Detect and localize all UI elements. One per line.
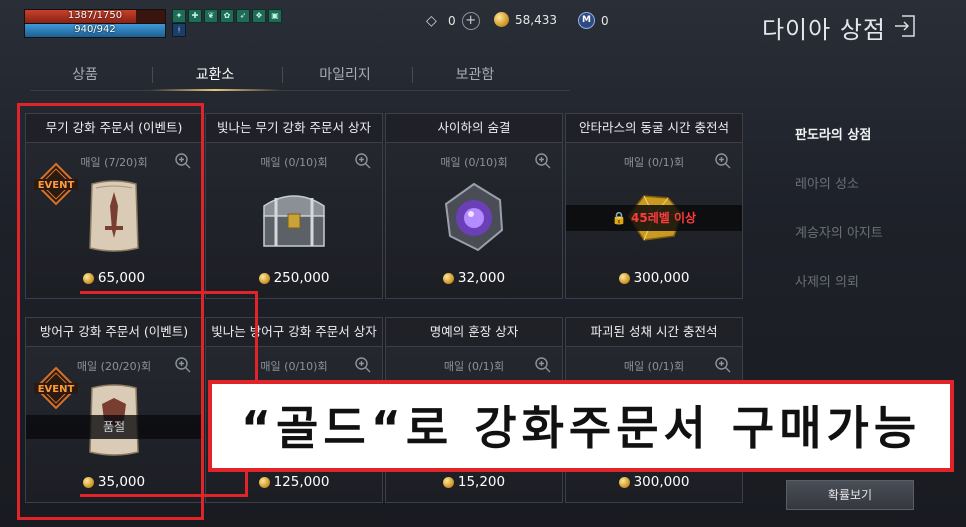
mp-bar: 940/942 <box>24 23 166 38</box>
shop-title: 다이아 상점 <box>761 16 886 44</box>
annotation-connector <box>255 291 258 383</box>
item-title: 사이하의 숨결 <box>386 114 562 143</box>
price: 300,000 <box>566 270 742 286</box>
buff-icon[interactable]: ❦ <box>204 9 218 23</box>
tab-divider <box>412 67 413 83</box>
tab-products[interactable]: 상품 <box>30 60 140 90</box>
diamond-amount: 0 <box>448 14 456 28</box>
gold-coin-icon <box>618 272 630 284</box>
price-value: 15,200 <box>457 474 506 490</box>
gold-coin-icon <box>258 476 270 488</box>
gold-coin-icon <box>258 272 270 284</box>
tab-storage[interactable]: 보관함 <box>420 60 530 90</box>
price-value: 300,000 <box>633 270 690 286</box>
diamond-counter: ◇ 0 + <box>426 12 480 30</box>
lock-text: 45레벨 이상 <box>631 211 697 225</box>
tab-exchange[interactable]: 교환소 <box>160 60 270 90</box>
side-item-priest-request[interactable]: 사제의 의뢰 <box>795 271 883 320</box>
item-title: 빛나는 방어구 강화 주문서 상자 <box>206 318 382 347</box>
gold-counter: 58,433 <box>494 12 557 27</box>
lock-icon: 🔒 <box>611 211 627 225</box>
level-lock-banner: 🔒 45레벨 이상 <box>566 205 742 231</box>
buff-icon[interactable]: ➶ <box>236 9 250 23</box>
annotation-text: “골드“로 강화주문서 구매가능 <box>240 401 922 455</box>
gold-coin-icon <box>618 476 630 488</box>
buff-icon[interactable]: ✿ <box>220 9 234 23</box>
annotation-highlight-box <box>17 103 204 520</box>
price: 250,000 <box>206 270 382 286</box>
price: 15,200 <box>386 474 562 490</box>
item-title: 명예의 훈장 상자 <box>386 318 562 347</box>
shop-item-card[interactable]: 빛나는 무기 강화 주문서 상자 매일 (0/10)회 250,000 <box>205 113 383 299</box>
side-menu: 판도라의 상점 레아의 성소 계승자의 아지트 사제의 의뢰 <box>795 124 883 320</box>
zoom-in-icon[interactable] <box>534 152 552 170</box>
annotation-connector <box>245 470 248 497</box>
debuff-icon[interactable]: ᚼ <box>172 23 186 37</box>
mileage-counter: M 0 <box>578 12 609 29</box>
zoom-in-icon[interactable] <box>354 152 372 170</box>
zoom-in-icon[interactable] <box>534 356 552 374</box>
price-value: 125,000 <box>273 474 330 490</box>
diamond-icon: ◇ <box>426 13 437 29</box>
gold-coin-icon <box>442 272 454 284</box>
annotation-callout: “골드“로 강화주문서 구매가능 <box>208 380 954 472</box>
zoom-in-icon[interactable] <box>354 356 372 374</box>
probability-button[interactable]: 확률보기 <box>786 480 914 510</box>
tab-divider <box>282 67 283 83</box>
treasure-chest-icon <box>263 195 325 247</box>
tab-divider <box>152 67 153 83</box>
hp-text: 1387/1750 <box>67 10 123 21</box>
purple-gem-icon <box>444 182 504 252</box>
exit-icon[interactable] <box>894 14 916 38</box>
mileage-icon: M <box>578 12 595 29</box>
gold-amount: 58,433 <box>515 12 557 27</box>
shop-item-card[interactable]: 사이하의 숨결 매일 (0/10)회 32,000 <box>385 113 563 299</box>
item-title: 안타라스의 동굴 시간 충전석 <box>566 114 742 143</box>
annotation-connector <box>80 494 248 497</box>
buff-icon[interactable]: ▣ <box>268 9 282 23</box>
price-value: 32,000 <box>457 270 506 286</box>
buff-icon[interactable]: ✚ <box>188 9 202 23</box>
zoom-in-icon[interactable] <box>714 356 732 374</box>
price: 125,000 <box>206 474 382 490</box>
item-title: 빛나는 무기 강화 주문서 상자 <box>206 114 382 143</box>
hp-bar: 1387/1750 <box>24 9 166 24</box>
active-tab-indicator <box>150 89 280 91</box>
side-item-pandora-shop[interactable]: 판도라의 상점 <box>795 124 883 173</box>
annotation-connector <box>80 291 258 294</box>
side-item-successor-hideout[interactable]: 계승자의 아지트 <box>795 222 883 271</box>
side-item-rea-sanctuary[interactable]: 레아의 성소 <box>795 173 883 222</box>
buff-icon[interactable]: ❖ <box>252 9 266 23</box>
plus-icon[interactable]: + <box>461 12 480 30</box>
price: 32,000 <box>386 270 562 286</box>
item-title: 파괴된 성채 시간 충전석 <box>566 318 742 347</box>
gold-coin-icon <box>442 476 454 488</box>
price-value: 250,000 <box>273 270 330 286</box>
tab-bar: 상품 교환소 마일리지 보관함 <box>30 60 570 90</box>
tab-mileage[interactable]: 마일리지 <box>290 60 400 90</box>
price-value: 300,000 <box>633 474 690 490</box>
tab-bar-divider <box>30 90 570 91</box>
buff-icon[interactable]: ✦ <box>172 9 186 23</box>
mp-text: 940/942 <box>74 24 116 35</box>
buff-icons: ✦ ✚ ❦ ✿ ➶ ❖ ▣ <box>172 9 282 23</box>
mileage-amount: 0 <box>601 13 609 28</box>
zoom-in-icon[interactable] <box>714 152 732 170</box>
gold-coin-icon <box>494 12 509 27</box>
price: 300,000 <box>566 474 742 490</box>
shop-item-card[interactable]: 안타라스의 동굴 시간 충전석 매일 (0/1)회 🔒 45레벨 이상 300,… <box>565 113 743 299</box>
